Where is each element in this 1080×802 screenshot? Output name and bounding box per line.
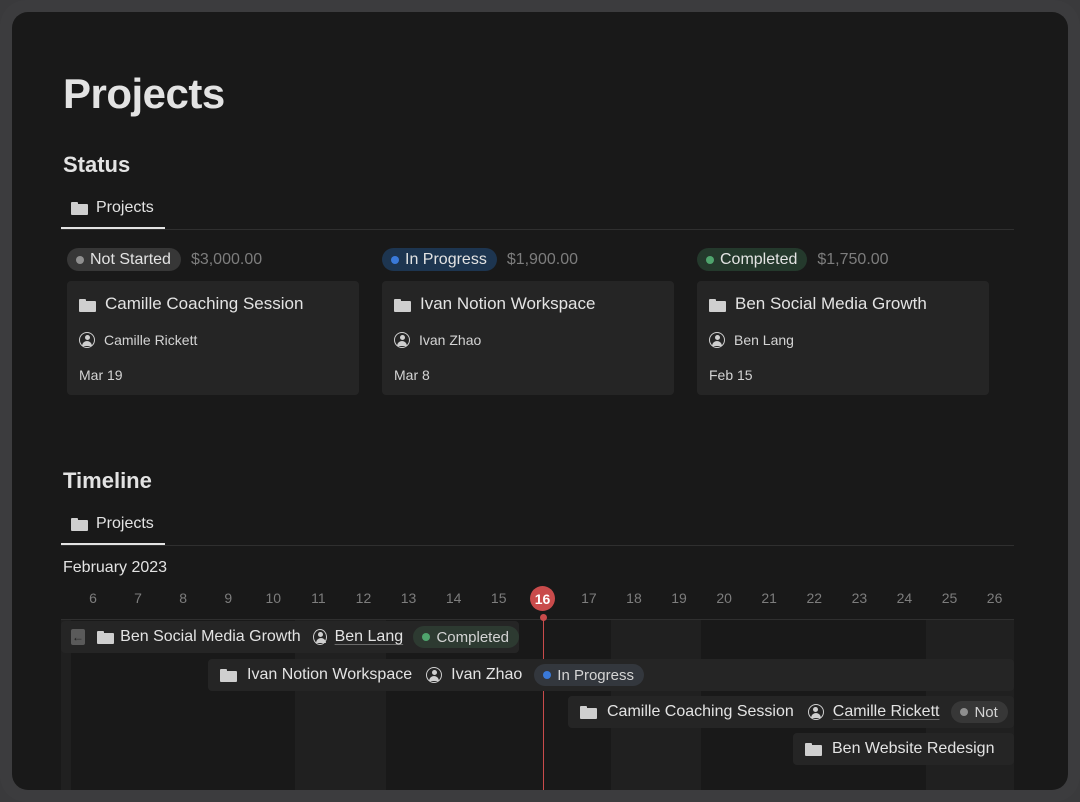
bar-title: Ivan Notion Workspace	[247, 666, 413, 683]
status-dot	[706, 255, 714, 264]
timeline-bar-ben-website-redesign[interactable]: Ben Website Redesign	[793, 733, 1014, 765]
folder-icon	[71, 517, 88, 531]
tab-label: Projects	[96, 515, 154, 532]
status-badge: Completed	[697, 248, 808, 271]
group-header-not-started: Not Started $3,000.00	[67, 248, 262, 271]
card-person: Camille Rickett	[79, 332, 197, 348]
timeline-day-label: 20	[716, 590, 732, 606]
card-title: Ivan Notion Workspace	[420, 294, 596, 313]
bar-title: Camille Coaching Session	[607, 703, 794, 720]
tab-status-projects[interactable]: Projects	[61, 190, 165, 226]
status-badge: In Progress	[534, 664, 644, 686]
status-dot	[76, 255, 84, 264]
timeline-day-label: 11	[311, 590, 326, 606]
group-header-completed: Completed $1,750.00	[697, 248, 889, 271]
timeline-day-label: 17	[581, 590, 597, 606]
today-marker-dot	[540, 614, 547, 621]
group-header-in-progress: In Progress $1,900.00	[382, 248, 578, 271]
timeline-day-label: 13	[400, 590, 417, 606]
group-sum: $1,750.00	[817, 250, 889, 268]
person-icon	[709, 332, 725, 348]
status-badge: Not Started	[67, 248, 181, 271]
timeline-day-label: 7	[134, 590, 142, 606]
person-icon	[807, 704, 824, 720]
group-sum: $1,900.00	[506, 250, 578, 268]
person-icon	[426, 667, 443, 683]
group-sum: $3,000.00	[190, 250, 263, 268]
timeline-day-label: 12	[355, 590, 372, 606]
today-line	[543, 616, 544, 790]
folder-icon	[71, 201, 88, 215]
card-person: Ben Lang	[709, 332, 794, 348]
timeline-day-label: 6	[89, 590, 97, 606]
card-date: Feb 15	[709, 367, 753, 383]
timeline-bar-ben-social-media-growth[interactable]: ← Ben Social Media Growth Ben Lang Compl…	[61, 621, 519, 653]
project-card[interactable]: Camille Coaching Session Camille Rickett…	[67, 281, 359, 395]
status-badge: Completed	[413, 626, 519, 648]
timeline-day-label: 9	[224, 590, 233, 606]
tabs-divider	[61, 229, 1014, 230]
card-person: Ivan Zhao	[394, 332, 481, 348]
timeline-day-label: 25	[941, 590, 958, 606]
bar-person[interactable]: Ivan Zhao	[451, 666, 522, 684]
device-frame: Projects Status Projects Not Started $3,…	[0, 0, 1080, 802]
tabs-divider	[61, 545, 1014, 546]
project-card[interactable]: Ben Social Media Growth Ben Lang Feb 15	[697, 281, 989, 395]
arrow-left-icon[interactable]: ←	[71, 629, 85, 645]
timeline-day-label: 24	[896, 590, 913, 606]
person-icon	[394, 332, 410, 348]
status-dot	[422, 633, 431, 641]
person-icon	[79, 332, 95, 348]
folder-icon	[709, 299, 726, 312]
card-title: Camille Coaching Session	[105, 294, 304, 313]
timeline-day-label: 23	[851, 590, 868, 606]
folder-icon	[96, 630, 114, 644]
status-badge: Not	[951, 701, 1008, 723]
timeline-grid-top	[61, 619, 1014, 620]
status-section-title: Status	[63, 152, 131, 177]
folder-icon	[580, 705, 597, 719]
folder-icon	[805, 742, 822, 756]
timeline-day-label: 18	[626, 590, 642, 606]
timeline-day-label: 8	[179, 590, 188, 606]
bar-title: Ben Social Media Growth	[120, 628, 301, 645]
status-badge: In Progress	[382, 248, 497, 271]
timeline-bar-camille-coaching-session[interactable]: Camille Coaching Session Camille Rickett…	[568, 696, 1014, 728]
bar-title: Ben Website Redesign	[832, 740, 995, 757]
folder-icon	[79, 299, 96, 312]
status-dot	[391, 255, 399, 264]
bar-person[interactable]: Ben Lang	[335, 628, 404, 646]
timeline-day-label: 15	[490, 590, 507, 606]
timeline-day-label: 10	[265, 590, 282, 606]
project-card[interactable]: Ivan Notion Workspace Ivan Zhao Mar 8	[382, 281, 674, 395]
tab-timeline-projects[interactable]: Projects	[61, 506, 165, 542]
card-date: Mar 19	[79, 367, 123, 383]
timeline-day-label: 14	[445, 590, 462, 606]
person-icon	[312, 629, 327, 645]
page-title: Projects	[63, 70, 225, 117]
today-badge: 16	[530, 586, 555, 611]
folder-icon	[394, 299, 411, 312]
timeline-day-label: 19	[671, 590, 687, 606]
app-window: Projects Status Projects Not Started $3,…	[12, 12, 1068, 790]
status-dot	[960, 708, 969, 716]
timeline-day-label: 22	[806, 590, 823, 606]
timeline-month: February 2023	[63, 559, 168, 576]
folder-icon	[220, 668, 237, 682]
card-date: Mar 8	[394, 367, 430, 383]
bar-person[interactable]: Camille Rickett	[833, 703, 940, 721]
timeline-section-title: Timeline	[63, 468, 152, 493]
card-title: Ben Social Media Growth	[735, 294, 927, 313]
timeline-day-label: 26	[986, 590, 1003, 606]
timeline-day-label: 21	[761, 590, 777, 606]
status-dot	[543, 671, 552, 679]
timeline-bar-ivan-notion-workspace[interactable]: Ivan Notion Workspace Ivan Zhao In Progr…	[208, 659, 1014, 691]
tab-label: Projects	[96, 199, 154, 216]
